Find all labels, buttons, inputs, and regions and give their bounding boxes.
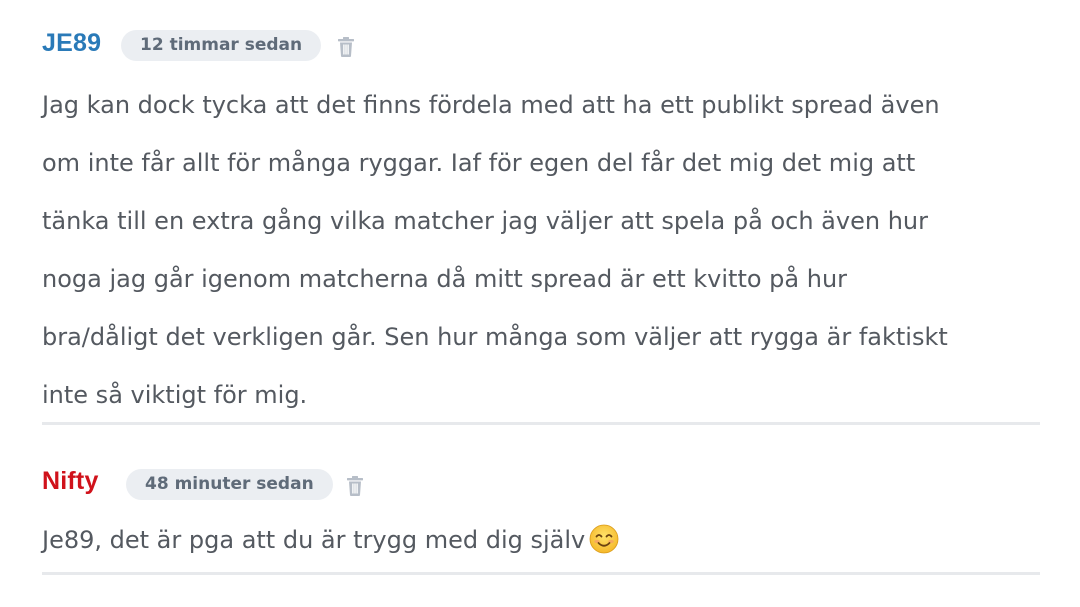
comment-header: Nifty 48 minuter sedan xyxy=(42,466,1040,506)
timestamp-badge: 48 minuter sedan xyxy=(126,469,333,500)
comment-line: tänka till en extra gång vilka matcher j… xyxy=(42,207,928,235)
comment-line: inte så viktigt för mig. xyxy=(42,381,308,409)
comment-line: Jag kan dock tycka att det finns fördela… xyxy=(42,91,940,119)
comment-line: om inte får allt för många ryggar. Iaf f… xyxy=(42,149,916,177)
comment-line: noga jag går igenom matcherna då mitt sp… xyxy=(42,265,848,293)
trash-icon[interactable] xyxy=(346,476,364,496)
comment: JE89 12 timmar sedan Jag kan dock tycka … xyxy=(42,28,1040,409)
comment-divider xyxy=(42,572,1040,575)
smiling-face-emoji xyxy=(589,524,619,554)
comment-divider xyxy=(42,422,1040,425)
comment-line: Je89, det är pga att du är trygg med dig… xyxy=(42,511,619,569)
comment-body: Jag kan dock tycka att det finns fördela… xyxy=(42,76,948,424)
comment-line: bra/dåligt det verkligen går. Sen hur må… xyxy=(42,323,948,351)
comment-username[interactable]: JE89 xyxy=(42,29,101,58)
comment: Nifty 48 minuter sedan Je89, det är pga … xyxy=(42,466,1040,554)
comment-header: JE89 12 timmar sedan xyxy=(42,28,1040,68)
timestamp-badge: 12 timmar sedan xyxy=(121,30,322,61)
comment-text: Je89, det är pga att du är trygg med dig… xyxy=(42,526,586,554)
comment-username[interactable]: Nifty xyxy=(42,467,99,496)
trash-icon[interactable] xyxy=(337,37,355,57)
comment-body: Je89, det är pga att du är trygg med dig… xyxy=(42,514,619,569)
